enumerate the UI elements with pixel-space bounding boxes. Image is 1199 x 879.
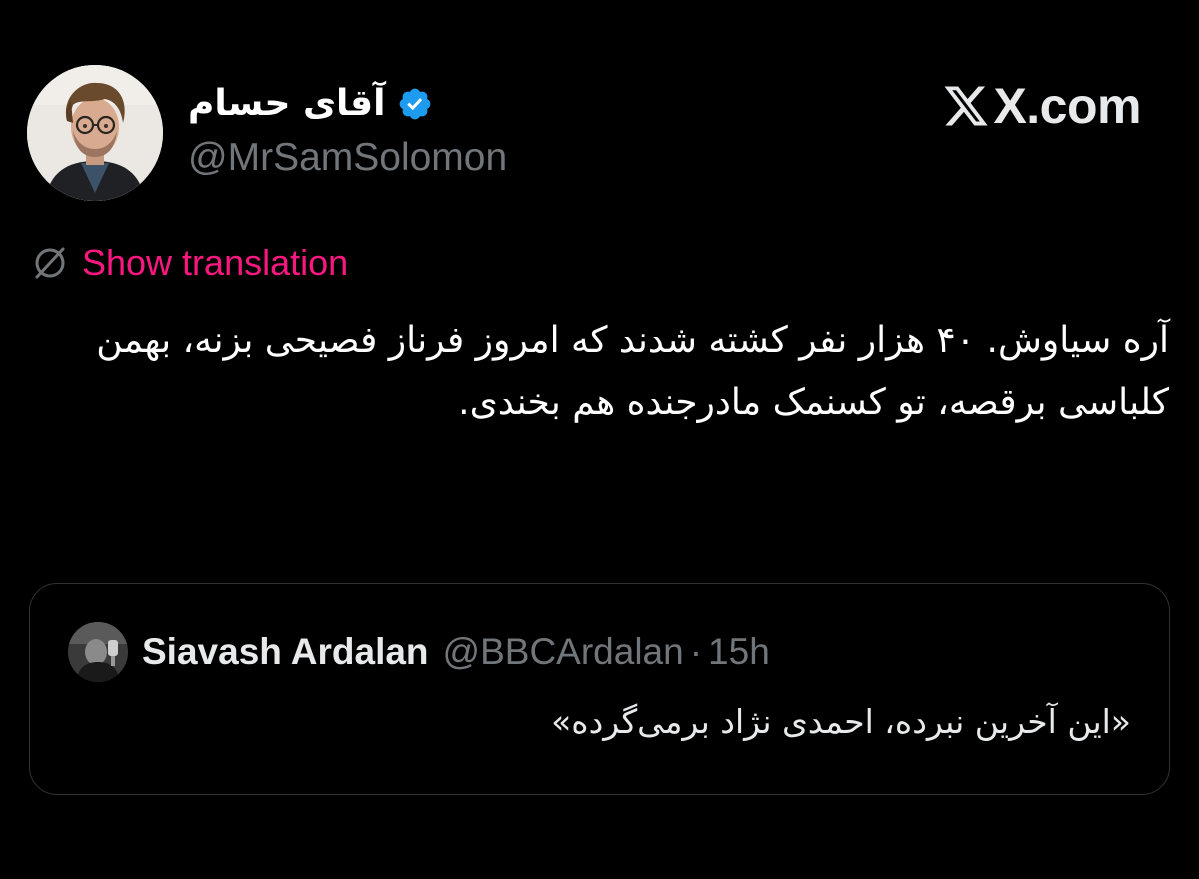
author-name-row[interactable]: آقای حسام	[188, 78, 433, 130]
author-handle[interactable]: @MrSamSolomon	[188, 136, 507, 180]
quoted-author-handle[interactable]: @BBCArdalan	[443, 631, 684, 673]
quoted-author-avatar[interactable]	[68, 622, 128, 682]
quoted-timestamp[interactable]: 15h	[708, 631, 770, 673]
author-avatar[interactable]	[27, 65, 163, 201]
translation-row[interactable]: Show translation	[30, 240, 348, 286]
quoted-author-name[interactable]: Siavash Ardalan	[142, 631, 429, 673]
tweet-text: آره سیاوش. ۴۰ هزار نفر کشته شدند که امرو…	[96, 320, 1169, 423]
show-translation-link[interactable]: Show translation	[82, 242, 348, 284]
quoted-separator: ·	[689, 631, 703, 672]
translate-globe-icon	[30, 243, 70, 283]
verified-badge-icon	[397, 86, 433, 122]
author-display-name[interactable]: آقای حسام	[188, 86, 385, 122]
site-logo: X.com	[941, 78, 1141, 134]
site-label: X.com	[993, 78, 1141, 134]
quoted-tweet-header: Siavash Ardalan @BBCArdalan · 15h	[68, 622, 770, 682]
x-logo-icon	[944, 86, 989, 126]
quoted-tweet-card[interactable]: Siavash Ardalan @BBCArdalan · 15h «این آ…	[29, 583, 1170, 795]
quoted-tweet-text: «این آخرین نبرده، احمدی نژاد برمی‌گرده»	[551, 702, 1131, 741]
